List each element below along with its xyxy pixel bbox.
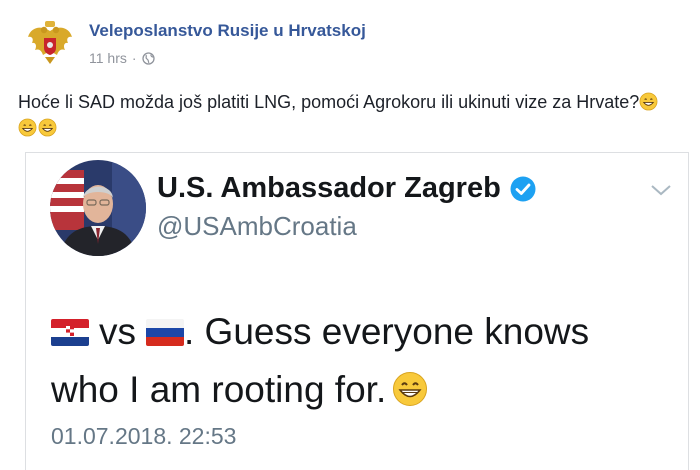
post-text: Hoće li SAD možda još platiti LNG, pomoć… <box>18 89 668 141</box>
grinning-face-icon <box>38 118 57 137</box>
tweet-avatar <box>50 160 146 256</box>
grinning-face-icon <box>639 92 658 111</box>
tweet-text-line-1-rest: . Guess everyone knows <box>184 311 590 352</box>
post-meta: 11 hrs · <box>89 50 155 66</box>
croatia-flag-icon <box>51 319 89 346</box>
post-timestamp[interactable]: 11 hrs <box>89 50 127 66</box>
page-name-link[interactable]: Veleposlanstvo Rusije u Hrvatskoj <box>89 21 366 41</box>
tweet-name-text: U.S. Ambassador Zagreb <box>157 172 501 204</box>
tweet-handle: @USAmbCroatia <box>157 211 357 241</box>
meta-separator: · <box>131 50 137 66</box>
coat-of-arms-icon <box>23 17 77 71</box>
tweet-display-name: U.S. Ambassador Zagreb <box>157 172 537 205</box>
page-avatar[interactable] <box>23 17 77 71</box>
tweet-text-line-2: who I am rooting for. <box>51 361 671 419</box>
russia-flag-icon <box>146 319 184 346</box>
tweet-text-line-1: vs . Guess everyone knows <box>51 303 671 361</box>
vs-text: vs <box>99 311 136 352</box>
tweet-screenshot[interactable]: U.S. Ambassador Zagreb @USAmbCroatia vs … <box>25 152 689 470</box>
grinning-face-icon <box>393 372 428 406</box>
tweet-text-line-2-text: who I am rooting for. <box>51 369 387 410</box>
ambassador-portrait-icon <box>50 160 146 256</box>
chevron-down-icon <box>651 185 671 196</box>
globe-icon[interactable] <box>141 51 155 65</box>
tweet-text: vs . Guess everyone knows who I am rooti… <box>51 303 671 419</box>
post-text-body: Hoće li SAD možda još platiti LNG, pomoć… <box>18 92 640 112</box>
grinning-face-icon <box>18 118 37 137</box>
verified-badge-icon <box>510 176 536 201</box>
tweet-date: 01.07.2018. 22:53 <box>51 423 237 449</box>
